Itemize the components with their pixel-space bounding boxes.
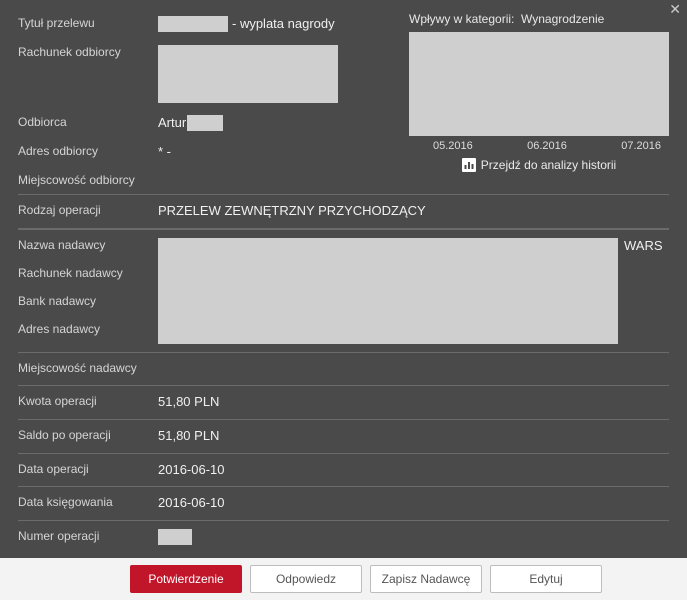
reply-button[interactable]: Odpowiedz — [250, 565, 362, 593]
footer-toolbar: Potwierdzenie Odpowiedz Zapisz Nadawcę E… — [0, 558, 687, 600]
op-date-label: Data operacji — [18, 462, 158, 478]
post-date-label: Data księgowania — [18, 495, 158, 511]
balance-label: Saldo po operacji — [18, 428, 158, 444]
recipient-address-value: * - — [158, 144, 171, 161]
sender-account-label: Rachunek nadawcy — [18, 266, 158, 280]
title-value: - wyplata nagrody — [158, 16, 335, 33]
sender-name-suffix: WARS — [624, 238, 663, 255]
close-icon[interactable]: ✕ — [669, 2, 681, 16]
category-title: Wpływy w kategorii: Wynagrodzenie — [409, 12, 669, 26]
recipient-address-label: Adres odbiorcy — [18, 144, 158, 160]
sender-block-redacted — [158, 238, 618, 344]
save-sender-button[interactable]: Zapisz Nadawcę — [370, 565, 482, 593]
sender-address-label: Adres nadawcy — [18, 322, 158, 336]
category-chart — [409, 32, 669, 136]
recipient-city-label: Miejscowość odbiorcy — [18, 173, 158, 189]
bar-chart-icon — [462, 158, 476, 172]
sender-bank-label: Bank nadawcy — [18, 294, 158, 308]
chart-x-axis: 05.2016 06.2016 07.2016 — [409, 136, 669, 152]
op-amount-label: Kwota operacji — [18, 394, 158, 410]
balance-value: 51,80 PLN — [158, 428, 219, 445]
op-number-label: Numer operacji — [18, 529, 158, 545]
recipient-account-redacted — [158, 45, 338, 103]
op-number-redacted — [158, 529, 192, 545]
confirm-button[interactable]: Potwierdzenie — [130, 565, 242, 593]
sender-name-label: Nazwa nadawcy — [18, 238, 158, 252]
sender-city-label: Miejscowość nadawcy — [18, 361, 158, 377]
analysis-history-link[interactable]: Przejdź do analizy historii — [409, 158, 669, 172]
post-date-value: 2016-06-10 — [158, 495, 225, 512]
edit-button[interactable]: Edytuj — [490, 565, 602, 593]
recipient-name-value: Artur — [158, 115, 223, 132]
operation-type-value: PRZELEW ZEWNĘTRZNY PRZYCHODZĄCY — [158, 203, 426, 220]
recipient-account-label: Rachunek odbiorcy — [18, 45, 158, 61]
title-label: Tytuł przelewu — [18, 16, 158, 32]
op-amount-value: 51,80 PLN — [158, 394, 219, 411]
operation-type-label: Rodzaj operacji — [18, 203, 158, 219]
recipient-name-label: Odbiorca — [18, 115, 158, 131]
op-date-value: 2016-06-10 — [158, 462, 225, 479]
